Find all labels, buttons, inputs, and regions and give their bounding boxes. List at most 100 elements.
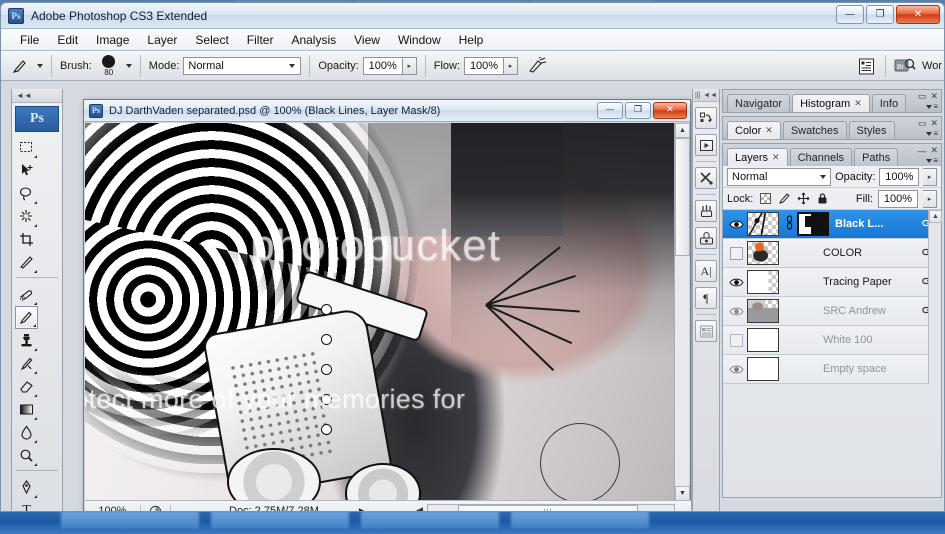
zoom-level[interactable]: 100%	[85, 505, 141, 511]
move-tool[interactable]	[15, 159, 38, 182]
tab-info[interactable]: Info	[871, 94, 907, 112]
table-row[interactable]: Black L...	[723, 210, 941, 239]
table-row[interactable]: White 100	[723, 326, 941, 355]
character-panel-icon[interactable]: A|	[695, 260, 717, 282]
tab-swatches[interactable]: Swatches	[782, 121, 847, 139]
blend-mode-select[interactable]: Normal	[183, 56, 302, 75]
navigator-panel-menu-button[interactable]: ≡	[926, 102, 938, 111]
menu-item-select[interactable]: Select	[186, 31, 237, 49]
layer-thumbnail[interactable]	[747, 328, 779, 352]
clone-source-panel-icon[interactable]	[695, 227, 717, 249]
fill-slider-button[interactable]: ▸	[923, 189, 937, 208]
horizontal-scroll-thumb[interactable]: |||	[458, 505, 638, 511]
tool-preset-chevron-icon[interactable]	[37, 63, 43, 68]
layer-opacity-input[interactable]: 100%	[879, 167, 920, 186]
opacity-slider-button[interactable]: ▸	[402, 56, 417, 75]
workspace-label[interactable]: Wor	[922, 60, 942, 72]
layer-thumbnail[interactable]	[747, 270, 779, 294]
tab-paths[interactable]: Paths	[854, 148, 899, 166]
layer-visibility-toggle[interactable]	[725, 364, 747, 375]
tab-layers[interactable]: Layers ✕	[727, 148, 788, 166]
toolbox-collapse-icon[interactable]: ◄◄	[12, 89, 62, 103]
fill-input[interactable]: 100%	[878, 189, 918, 208]
canvas-horizontal-scrollbar[interactable]: |||	[427, 504, 675, 511]
layers-scrollbar[interactable]: ▲	[928, 210, 942, 384]
flow-slider-button[interactable]: ▸	[504, 56, 519, 75]
history-brush-tool[interactable]	[15, 352, 38, 375]
navigator-minimize-icon[interactable]: ▭	[918, 91, 927, 102]
flow-input[interactable]: 100%	[464, 56, 505, 75]
menu-item-analysis[interactable]: Analysis	[282, 31, 345, 49]
blur-tool[interactable]	[15, 421, 38, 444]
table-row[interactable]: Empty space	[723, 355, 941, 384]
lock-image-pixels-icon[interactable]	[777, 192, 791, 206]
layers-panel-menu-button[interactable]: ≡	[926, 156, 938, 165]
layers-minimize-icon[interactable]: —	[917, 146, 926, 156]
layer-mask-link-icon[interactable]	[783, 214, 795, 234]
close-button[interactable]: ✕	[896, 5, 940, 24]
magic-wand-tool[interactable]	[15, 205, 38, 228]
menu-item-help[interactable]: Help	[450, 31, 493, 49]
tab-navigator[interactable]: Navigator	[727, 94, 791, 112]
layer-blend-mode-select[interactable]: Normal	[727, 167, 832, 186]
brushes-panel-icon[interactable]	[695, 200, 717, 222]
gradient-tool[interactable]	[15, 398, 38, 421]
document-minimize-button[interactable]: —	[597, 102, 623, 119]
layers-scroll-up-button[interactable]: ▲	[929, 210, 942, 223]
current-tool-icon[interactable]	[7, 54, 33, 78]
layer-visibility-toggle[interactable]	[725, 246, 747, 260]
status-proxy-icon[interactable]	[141, 504, 171, 511]
layer-thumbnail[interactable]	[747, 357, 779, 381]
table-row[interactable]: COLOR	[723, 239, 941, 268]
layer-visibility-toggle[interactable]	[725, 306, 747, 317]
scroll-left-button[interactable]: ◀	[416, 505, 423, 511]
layer-mask-thumbnail[interactable]	[797, 212, 829, 236]
maximize-button[interactable]: ❐	[866, 5, 894, 24]
scroll-up-button[interactable]: ▲	[675, 123, 690, 138]
clone-stamp-tool[interactable]	[15, 329, 38, 352]
marquee-tool[interactable]	[15, 136, 38, 159]
bridge-icon[interactable]: Br	[893, 55, 917, 77]
airbrush-icon[interactable]	[524, 54, 550, 78]
document-restore-button[interactable]: ❐	[625, 102, 651, 119]
brush-chevron-icon[interactable]	[125, 63, 132, 68]
menu-item-view[interactable]: View	[345, 31, 389, 49]
menu-item-image[interactable]: Image	[87, 31, 138, 49]
table-row[interactable]: SRC Andrew	[723, 297, 941, 326]
tab-styles[interactable]: Styles	[848, 121, 895, 139]
navigator-close-icon[interactable]: ✕	[930, 91, 938, 102]
minimize-button[interactable]: —	[836, 5, 864, 24]
layer-thumbnail[interactable]	[747, 241, 779, 265]
brush-preview[interactable]: 80	[96, 54, 122, 77]
tab-layers-close-icon[interactable]: ✕	[772, 152, 780, 163]
menu-item-window[interactable]: Window	[389, 31, 450, 49]
scroll-down-button[interactable]: ▼	[675, 486, 690, 501]
tab-histogram[interactable]: Histogram ✕	[792, 94, 870, 112]
layer-comps-panel-icon[interactable]	[695, 320, 717, 342]
opacity-input[interactable]: 100%	[362, 56, 403, 75]
brush-tool[interactable]	[15, 306, 38, 329]
lock-all-icon[interactable]	[815, 192, 829, 206]
menu-item-file[interactable]: File	[11, 31, 48, 49]
vertical-scroll-thumb[interactable]	[675, 138, 690, 256]
lasso-tool[interactable]	[15, 182, 38, 205]
lock-transparent-pixels-icon[interactable]	[758, 192, 772, 206]
tool-presets-panel-icon[interactable]	[695, 167, 717, 189]
layer-visibility-toggle[interactable]	[725, 219, 747, 230]
layer-opacity-slider-button[interactable]: ▸	[923, 167, 937, 186]
layer-visibility-toggle[interactable]	[725, 277, 747, 288]
status-expand-arrow[interactable]: ▶	[359, 506, 366, 512]
table-row[interactable]: Tracing Paper	[723, 268, 941, 297]
slice-tool[interactable]	[15, 251, 38, 274]
history-panel-icon[interactable]	[695, 107, 717, 129]
layers-close-icon[interactable]: ✕	[930, 145, 938, 156]
tab-histogram-close-icon[interactable]: ✕	[854, 98, 862, 109]
canvas[interactable]: photobucket otect more of your memories …	[85, 123, 675, 501]
canvas-vertical-scrollbar[interactable]: ▲ ▼	[674, 123, 690, 501]
palette-well-icon[interactable]	[854, 55, 878, 77]
color-minimize-icon[interactable]: ▭	[918, 118, 927, 129]
tab-color[interactable]: Color ✕	[727, 121, 781, 139]
menu-item-layer[interactable]: Layer	[138, 31, 186, 49]
color-close-icon[interactable]: ✕	[930, 118, 938, 129]
menu-item-filter[interactable]: Filter	[238, 31, 283, 49]
